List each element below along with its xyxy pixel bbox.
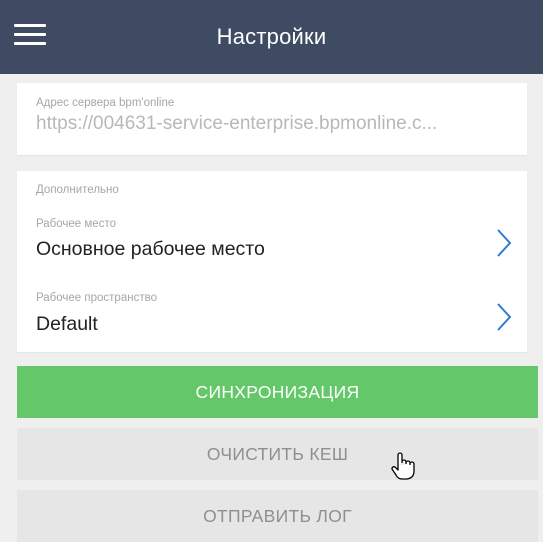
workplace-setting-row[interactable]: Рабочее место Основное рабочее место	[17, 218, 527, 290]
additional-settings-card: Дополнительно Рабочее место Основное раб…	[17, 171, 527, 352]
sync-button[interactable]: СИНХРОНИЗАЦИЯ	[17, 366, 538, 418]
workplace-value: Основное рабочее место	[36, 238, 265, 260]
chevron-right-icon	[497, 303, 512, 331]
server-address-field[interactable]: https://004631-service-enterprise.bpmonl…	[36, 113, 516, 135]
server-address-label: Адрес сервера bpm'online	[36, 97, 175, 109]
clear-cache-button[interactable]: ОЧИСТИТЬ КЕШ	[17, 428, 538, 480]
server-address-card: Адрес сервера bpm'online https://004631-…	[17, 83, 527, 155]
chevron-right-icon	[497, 229, 512, 257]
section-label-additional: Дополнительно	[36, 184, 119, 196]
workspace-setting-row[interactable]: Рабочее пространство Default	[17, 292, 527, 364]
send-log-button[interactable]: ОТПРАВИТЬ ЛОГ	[17, 490, 538, 542]
settings-screen: Настройки Адрес сервера bpm'online https…	[0, 0, 543, 542]
header-bar: Настройки	[0, 0, 543, 74]
page-title: Настройки	[216, 24, 327, 49]
workspace-label: Рабочее пространство	[36, 292, 157, 304]
workplace-label: Рабочее место	[36, 218, 116, 230]
workspace-value: Default	[36, 313, 98, 335]
